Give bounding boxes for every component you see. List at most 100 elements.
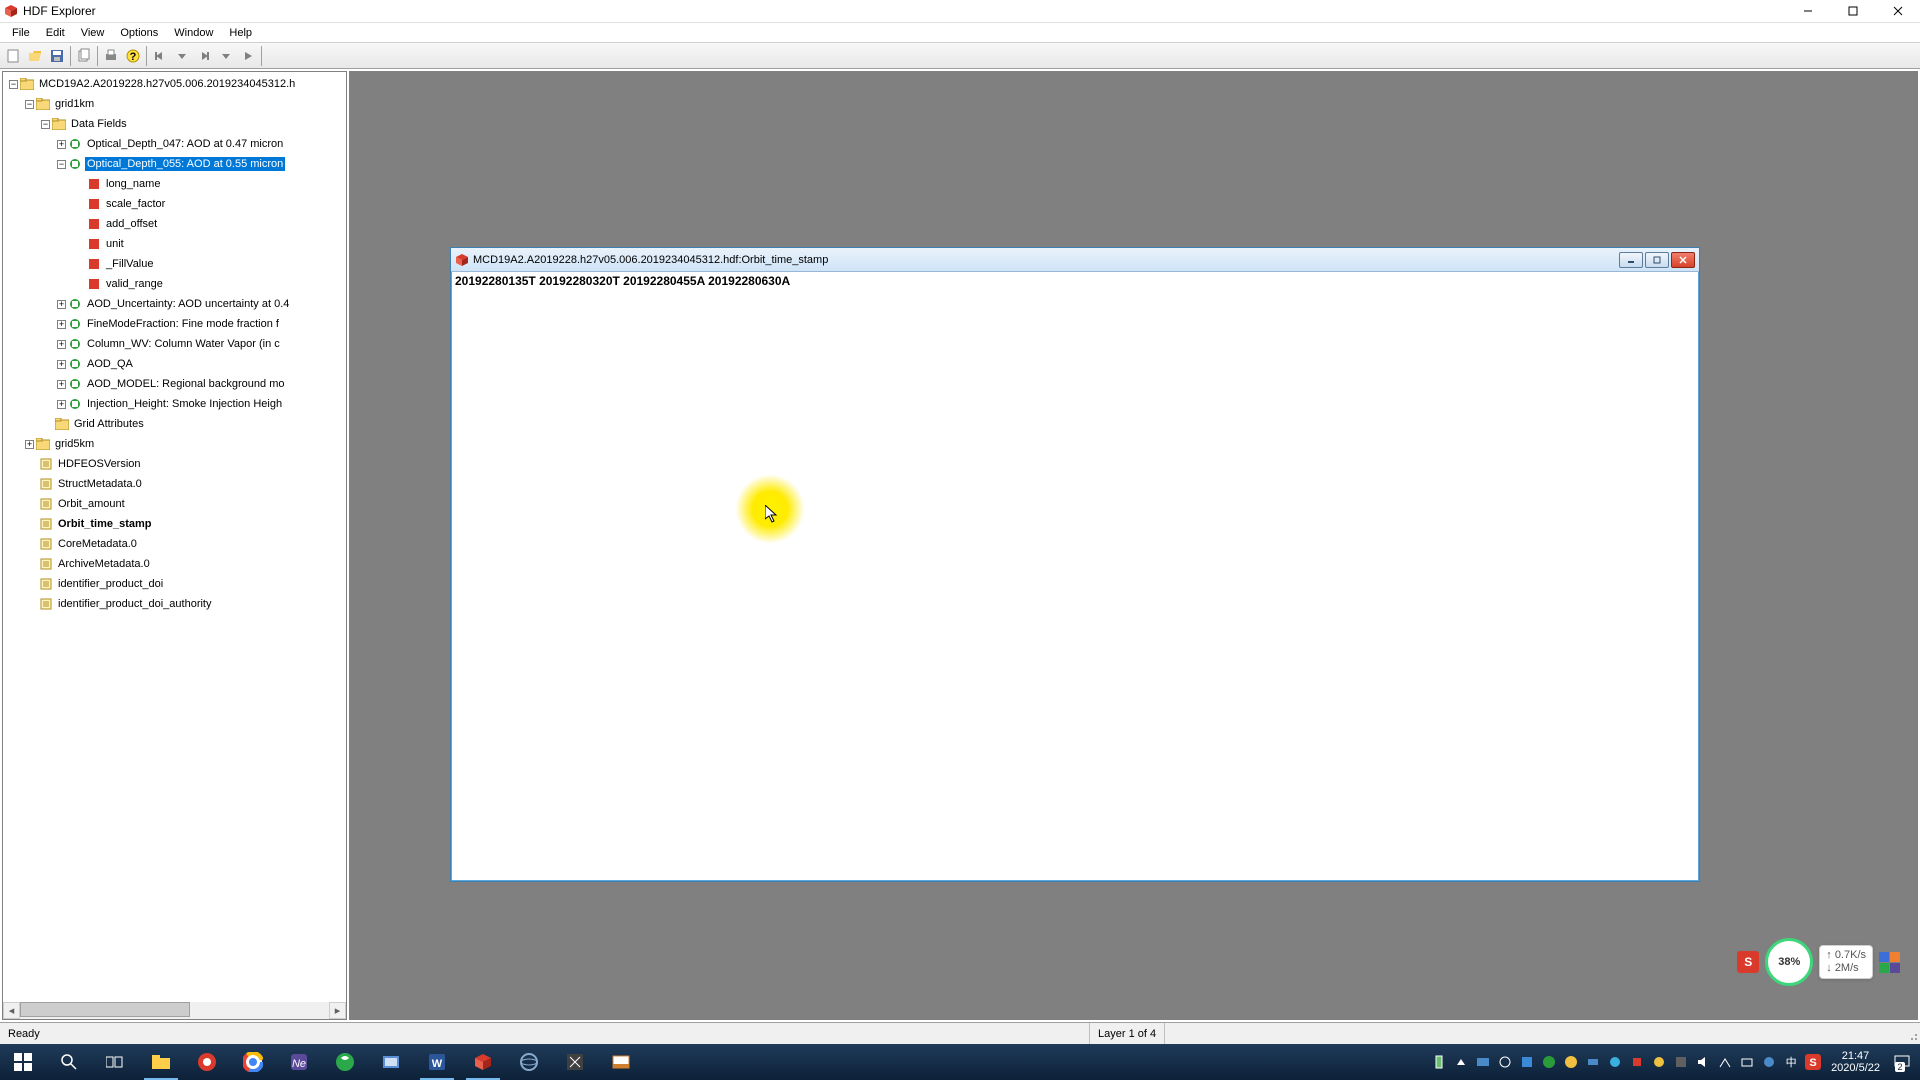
tree-data-fields[interactable]: − Data Fields xyxy=(5,114,346,134)
scroll-thumb[interactable] xyxy=(20,1002,190,1017)
tree-content[interactable]: − MCD19A2.A2019228.h27v05.006.2019234045… xyxy=(3,72,346,1002)
taskbar-file-explorer[interactable] xyxy=(138,1044,184,1080)
tree-attr-unit[interactable]: unit xyxy=(5,234,346,254)
tree-column-wv[interactable]: + Column_WV: Column Water Vapor (in c xyxy=(5,334,346,354)
close-button[interactable] xyxy=(1875,0,1920,22)
start-button[interactable] xyxy=(0,1044,46,1080)
tree-od-055[interactable]: − Optical_Depth_055: AOD at 0.55 micron xyxy=(5,154,346,174)
tree-hdfeos-version[interactable]: HDFEOSVersion xyxy=(5,454,346,474)
tray-battery-icon[interactable] xyxy=(1429,1044,1449,1080)
taskbar-app-7[interactable] xyxy=(598,1044,644,1080)
tree-grid-attributes[interactable]: Grid Attributes xyxy=(5,414,346,434)
tree-archive-metadata[interactable]: ArchiveMetadata.0 xyxy=(5,554,346,574)
toolbar-print-button[interactable] xyxy=(100,45,122,67)
taskbar-app-1[interactable] xyxy=(184,1044,230,1080)
child-window[interactable]: MCD19A2.A2019228.h27v05.006.201923404531… xyxy=(450,247,1700,882)
sogou-widget-icon[interactable]: S xyxy=(1737,951,1759,973)
tree-identifier-doi[interactable]: identifier_product_doi xyxy=(5,574,346,594)
child-titlebar[interactable]: MCD19A2.A2019228.h27v05.006.201923404531… xyxy=(451,248,1699,272)
menu-help[interactable]: Help xyxy=(221,25,260,41)
tree-grid1km[interactable]: − grid1km xyxy=(5,94,346,114)
tray-icon[interactable] xyxy=(1759,1044,1779,1080)
expander-icon[interactable]: + xyxy=(57,300,66,309)
expander-icon[interactable]: + xyxy=(57,320,66,329)
taskbar-hdf-explorer[interactable] xyxy=(460,1044,506,1080)
maximize-button[interactable] xyxy=(1830,0,1875,22)
tray-icon[interactable] xyxy=(1605,1044,1625,1080)
expander-icon[interactable]: + xyxy=(57,380,66,389)
toolbar-save-button[interactable] xyxy=(46,45,68,67)
color-grid-widget[interactable] xyxy=(1879,952,1900,973)
tree-fine-mode[interactable]: + FineModeFraction: Fine mode fraction f xyxy=(5,314,346,334)
toolbar-new-button[interactable] xyxy=(2,45,24,67)
tray-network-icon[interactable] xyxy=(1737,1044,1757,1080)
taskbar-app-6[interactable] xyxy=(552,1044,598,1080)
tray-icon[interactable] xyxy=(1671,1044,1691,1080)
tray-icon[interactable] xyxy=(1495,1044,1515,1080)
taskbar-word[interactable]: W xyxy=(414,1044,460,1080)
expander-icon[interactable]: − xyxy=(9,80,18,89)
tray-icon[interactable] xyxy=(1561,1044,1581,1080)
search-button[interactable] xyxy=(46,1044,92,1080)
menu-edit[interactable]: Edit xyxy=(38,25,73,41)
tray-volume-icon[interactable] xyxy=(1693,1044,1713,1080)
tray-ime-icon[interactable]: 中 xyxy=(1781,1044,1801,1080)
expander-icon[interactable]: − xyxy=(25,100,34,109)
minimize-button[interactable] xyxy=(1785,0,1830,22)
tree-orbit-amount[interactable]: Orbit_amount xyxy=(5,494,346,514)
tree-struct-metadata[interactable]: StructMetadata.0 xyxy=(5,474,346,494)
tree-orbit-time-stamp[interactable]: Orbit_time_stamp xyxy=(5,514,346,534)
taskbar-app-3[interactable] xyxy=(322,1044,368,1080)
resize-grip-icon[interactable] xyxy=(1900,1023,1920,1044)
child-close-button[interactable] xyxy=(1671,252,1695,268)
child-maximize-button[interactable] xyxy=(1645,252,1669,268)
scroll-left-button[interactable]: ◂ xyxy=(3,1002,20,1019)
taskbar-app-2[interactable]: Ne xyxy=(276,1044,322,1080)
tree-attr-long-name[interactable]: long_name xyxy=(5,174,346,194)
toolbar-open-button[interactable] xyxy=(24,45,46,67)
menu-options[interactable]: Options xyxy=(112,25,166,41)
tray-expand-icon[interactable] xyxy=(1451,1044,1471,1080)
tree-aod-qa[interactable]: + AOD_QA xyxy=(5,354,346,374)
menu-file[interactable]: File xyxy=(4,25,38,41)
tray-icon[interactable] xyxy=(1583,1044,1603,1080)
tree-injection-height[interactable]: + Injection_Height: Smoke Injection Heig… xyxy=(5,394,346,414)
tree-root[interactable]: − MCD19A2.A2019228.h27v05.006.2019234045… xyxy=(5,74,346,94)
taskbar-app-5[interactable] xyxy=(506,1044,552,1080)
expander-icon[interactable]: + xyxy=(25,440,34,449)
toolbar-down-button[interactable] xyxy=(171,45,193,67)
action-center-button[interactable]: 2 xyxy=(1888,1044,1916,1080)
child-minimize-button[interactable] xyxy=(1619,252,1643,268)
tree-identifier-doi-auth[interactable]: identifier_product_doi_authority xyxy=(5,594,346,614)
toolbar-down2-button[interactable] xyxy=(215,45,237,67)
taskbar-app-4[interactable] xyxy=(368,1044,414,1080)
toolbar-help-button[interactable]: ? xyxy=(122,45,144,67)
expander-icon[interactable]: − xyxy=(57,160,66,169)
expander-icon[interactable]: + xyxy=(57,400,66,409)
expander-icon[interactable]: + xyxy=(57,140,66,149)
toolbar-copy-button[interactable] xyxy=(73,45,95,67)
expander-icon[interactable]: + xyxy=(57,340,66,349)
tray-icon[interactable] xyxy=(1473,1044,1493,1080)
tray-icon[interactable] xyxy=(1517,1044,1537,1080)
expander-icon[interactable]: + xyxy=(57,360,66,369)
performance-circle-widget[interactable]: 38% xyxy=(1765,938,1813,986)
taskbar-chrome[interactable] xyxy=(230,1044,276,1080)
scroll-track[interactable] xyxy=(20,1002,329,1019)
menu-view[interactable]: View xyxy=(73,25,113,41)
tray-sogou-icon[interactable]: S xyxy=(1803,1044,1823,1080)
tree-grid5km[interactable]: + grid5km xyxy=(5,434,346,454)
tree-aod-uncertainty[interactable]: + AOD_Uncertainty: AOD uncertainty at 0.… xyxy=(5,294,346,314)
network-speed-widget[interactable]: ↑ 0.7K/s ↓ 2M/s xyxy=(1819,945,1873,979)
toolbar-last-button[interactable] xyxy=(193,45,215,67)
tree-od-047[interactable]: + Optical_Depth_047: AOD at 0.47 micron xyxy=(5,134,346,154)
expander-icon[interactable]: − xyxy=(41,120,50,129)
tree-attr-scale-factor[interactable]: scale_factor xyxy=(5,194,346,214)
tree-attr-add-offset[interactable]: add_offset xyxy=(5,214,346,234)
tree-h-scrollbar[interactable]: ◂ ▸ xyxy=(3,1002,346,1019)
tray-icon[interactable] xyxy=(1715,1044,1735,1080)
toolbar-first-button[interactable] xyxy=(149,45,171,67)
tree-aod-model[interactable]: + AOD_MODEL: Regional background mo xyxy=(5,374,346,394)
tree-attr-fill-value[interactable]: _FillValue xyxy=(5,254,346,274)
scroll-right-button[interactable]: ▸ xyxy=(329,1002,346,1019)
